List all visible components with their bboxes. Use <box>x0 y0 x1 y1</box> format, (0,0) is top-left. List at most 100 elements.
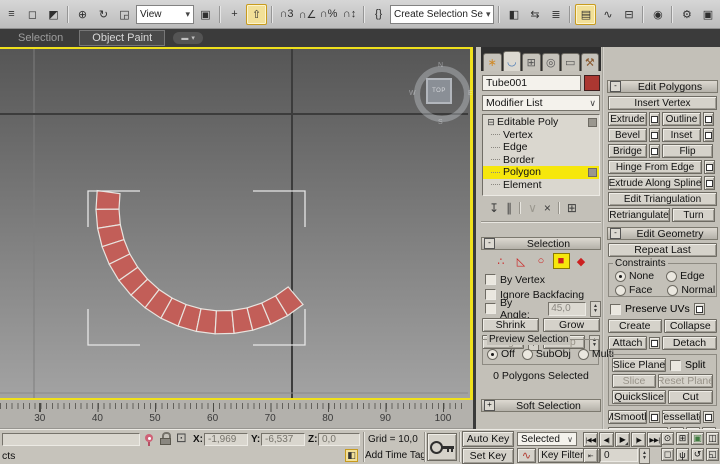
selected-polygon-strip[interactable] <box>96 191 303 334</box>
select-and-scale-icon[interactable]: ◲ ▾ <box>115 5 134 24</box>
bevel-settings-button[interactable] <box>649 128 660 142</box>
use-pivot-point-center-icon[interactable]: ▣ ▾ <box>196 5 215 24</box>
object-color-swatch[interactable] <box>584 75 600 91</box>
pan-icon[interactable]: ψ <box>676 448 689 461</box>
top-viewport[interactable]: N S W E TOP <box>0 47 473 400</box>
next-frame-button[interactable]: |▶ <box>631 432 646 447</box>
msmooth-button[interactable]: MSmooth <box>608 410 647 424</box>
split-checkbox[interactable] <box>670 360 681 371</box>
select-and-move-icon[interactable]: ⊕ ▾ <box>73 5 92 24</box>
collapse-button[interactable]: Collapse <box>664 319 718 333</box>
edit-geometry-rollout-header[interactable]: - Edit Geometry <box>607 227 718 240</box>
stack-row-toggle[interactable] <box>588 168 597 177</box>
bridge-button[interactable]: Bridge <box>608 144 647 158</box>
extrude-button[interactable]: Extrude <box>608 112 647 126</box>
mirror-icon[interactable]: ◧ ▾ <box>504 5 523 24</box>
add-time-tag-button[interactable]: Add Time Tag <box>365 450 426 461</box>
stack-row[interactable]: Element <box>483 179 599 192</box>
preview-off-option[interactable]: Off <box>487 348 515 360</box>
keying-selection-set-dropdown[interactable]: Selected ∨ <box>517 432 577 446</box>
hierarchy-tab-icon[interactable]: ⊞ <box>522 53 541 71</box>
zoom-extents-all-icon[interactable]: ◫ <box>706 432 719 445</box>
angle-snap-icon[interactable]: ∩∠ ▾ <box>298 5 317 24</box>
make-unique-icon[interactable]: ∨ <box>528 201 537 215</box>
window-crossing-icon[interactable]: ◩ ▾ <box>44 5 63 24</box>
preview-subobj-option[interactable]: SubObj <box>522 348 571 360</box>
configure-modifier-sets-icon[interactable]: ⊞ <box>567 201 577 215</box>
extrude-settings-button[interactable] <box>649 112 660 126</box>
frame-spinner[interactable]: ▲ ▼ <box>639 448 650 464</box>
quickslice-button[interactable]: QuickSlice <box>612 390 666 404</box>
ribbon-minimize-button[interactable]: ▬ ▾ <box>173 32 203 44</box>
edit-named-selection-sets-icon[interactable]: {} ▾ <box>369 5 388 24</box>
render-setup-icon[interactable]: ⚙ ▾ <box>677 5 696 24</box>
spinner-down-icon[interactable]: ▼ <box>593 309 598 314</box>
object-name-field[interactable]: Tube001 <box>482 75 581 91</box>
vertex-mode-icon[interactable]: ∴ <box>494 254 509 268</box>
set-keys-button[interactable] <box>427 433 457 461</box>
expand-icon[interactable] <box>491 159 500 160</box>
edge-mode-icon[interactable]: ◺ <box>514 254 529 268</box>
constraint-face-option[interactable]: Face <box>615 284 652 296</box>
stack-row[interactable]: ⊟ Editable Poly <box>483 116 599 129</box>
outline-settings-button[interactable] <box>703 112 714 126</box>
default-tangents-button[interactable]: ∿ <box>517 448 536 463</box>
constraint-none-option[interactable]: None <box>615 270 654 282</box>
ignore-backfacing-checkbox[interactable] <box>485 289 496 300</box>
x-coordinate-field[interactable]: -1,969 <box>204 433 248 446</box>
utilities-tab-icon[interactable]: ⚒ <box>581 53 600 71</box>
graphite-modeling-tools-icon[interactable]: ▤ ▾ <box>575 4 596 25</box>
current-frame-field[interactable]: 0 <box>600 448 638 462</box>
retriangulate-button[interactable]: Retriangulate <box>608 208 670 222</box>
edit-polygons-rollout-header[interactable]: - Edit Polygons <box>607 80 718 93</box>
absolute-offset-mode-icon[interactable]: ⊡ <box>176 431 187 444</box>
selected-polygon[interactable] <box>215 311 234 334</box>
by-angle-checkbox[interactable] <box>485 303 496 314</box>
repeat-last-button[interactable]: Repeat Last <box>608 243 717 257</box>
create-tab-icon[interactable]: ∗ <box>483 53 502 71</box>
modify-tab-icon[interactable]: ◡ <box>503 51 522 71</box>
slice-button[interactable]: Slice <box>612 374 656 388</box>
grow-button[interactable]: Grow <box>543 318 600 332</box>
collapse-icon[interactable]: - <box>484 238 495 249</box>
stack-row[interactable]: Polygon <box>483 166 599 179</box>
extrude-along-spline-button[interactable]: Extrude Along Spline <box>608 176 702 190</box>
selection-lock-icon[interactable] <box>160 432 171 445</box>
named-selection-sets-dropdown[interactable]: Create Selection Se ▾ <box>390 5 494 24</box>
cut-button[interactable]: Cut <box>668 390 713 404</box>
border-mode-icon[interactable]: ○ <box>534 254 549 268</box>
display-tab-icon[interactable]: ▭ <box>561 53 580 71</box>
reference-coordinate-system-dropdown[interactable]: View ▾ <box>136 5 194 24</box>
tessellate-settings-button[interactable] <box>703 411 714 423</box>
constraint-edge-option[interactable]: Edge <box>666 270 705 282</box>
bridge-settings-button[interactable] <box>649 144 660 158</box>
pin-stack-icon[interactable]: ↧ <box>489 201 499 215</box>
angle-spinner[interactable]: ▲ ▼ <box>590 301 601 317</box>
tab-selection[interactable]: Selection <box>10 31 71 45</box>
selection-rollout-header[interactable]: - Selection <box>481 237 601 250</box>
remove-modifier-icon[interactable]: × <box>544 201 551 215</box>
expand-icon[interactable] <box>491 184 500 185</box>
select-by-name-icon[interactable]: ≡ ▾ <box>2 5 21 24</box>
schematic-view-icon[interactable]: ⊟ ▾ <box>619 5 638 24</box>
isolate-selection-icon[interactable] <box>145 434 153 442</box>
inset-button[interactable]: Inset <box>662 128 701 142</box>
expand-icon[interactable] <box>491 134 500 135</box>
select-and-rotate-icon[interactable]: ↻ ▾ <box>94 5 113 24</box>
expand-icon[interactable]: ⊟ <box>486 117 496 128</box>
set-key-button[interactable]: Set Key <box>462 448 514 464</box>
y-coordinate-field[interactable]: -6,537 <box>261 433 305 446</box>
preserve-uvs-checkbox[interactable] <box>610 304 621 315</box>
curve-editor-icon[interactable]: ∿ ▾ <box>598 5 617 24</box>
bevel-button[interactable]: Bevel <box>608 128 647 142</box>
select-and-manipulate-icon[interactable]: + ▾ <box>225 5 244 24</box>
material-editor-icon[interactable]: ◉ ▾ <box>648 5 667 24</box>
spinner-down-icon[interactable]: ▼ <box>642 456 647 461</box>
edit-triangulation-button[interactable]: Edit Triangulation <box>608 192 717 206</box>
zoom-all-icon[interactable]: ⊞ <box>676 432 689 445</box>
previous-frame-button[interactable]: ◀| <box>599 432 614 447</box>
selected-polygon[interactable] <box>96 191 120 210</box>
play-button[interactable]: ▶ <box>615 432 630 447</box>
layer-manager-icon[interactable]: ≣ ▾ <box>546 5 565 24</box>
key-mode-toggle[interactable]: ⇤ <box>583 448 598 463</box>
